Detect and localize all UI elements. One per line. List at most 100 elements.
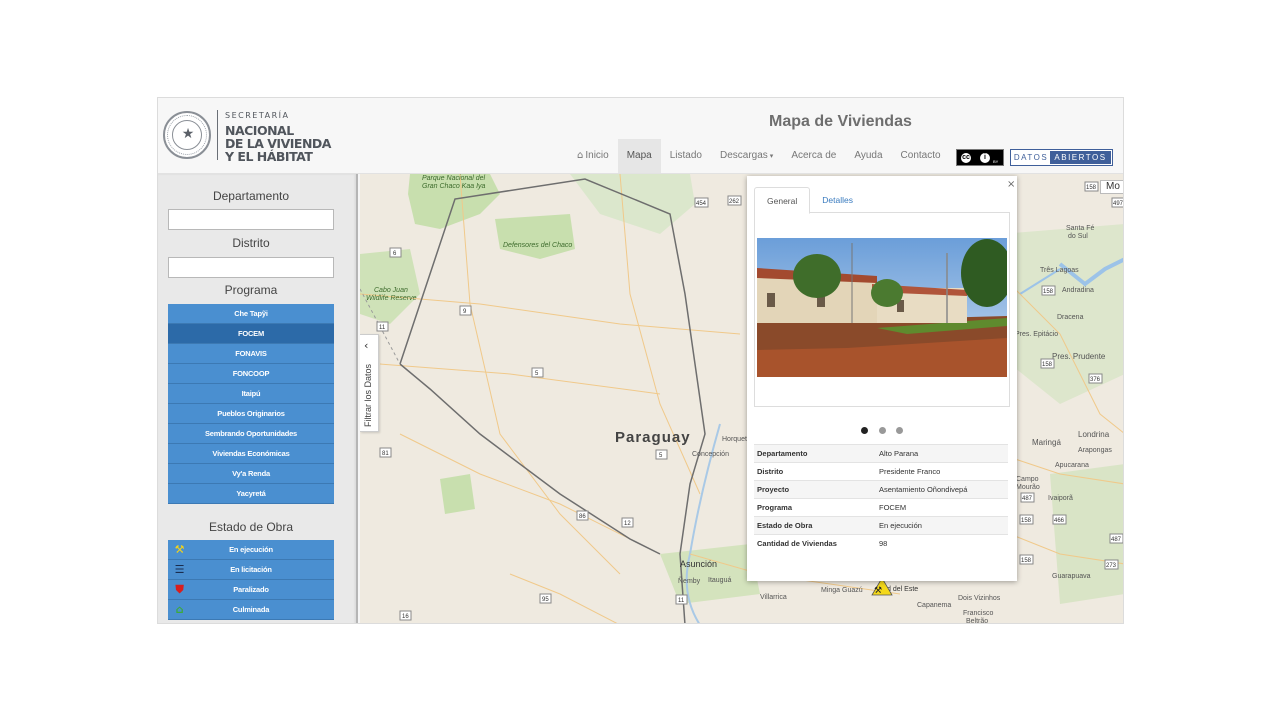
nav-acerca-de[interactable]: Acerca de [782,139,845,173]
house-icon: ⌂ [175,603,184,616]
datos-abiertos-badge[interactable]: DATOS ABIERTOS [1010,149,1113,166]
svg-text:487: 487 [1111,537,1122,543]
svg-text:158: 158 [1086,185,1097,191]
svg-text:86: 86 [579,514,586,520]
svg-text:Gran Chaco Kaa Iya: Gran Chaco Kaa Iya [422,183,486,190]
detail-key: Distrito [754,462,876,481]
svg-text:Asunción: Asunción [680,559,717,569]
svg-text:Campo: Campo [1016,476,1039,483]
svg-text:11: 11 [379,325,386,331]
table-row: Distrito Presidente Franco [754,462,1008,481]
creative-commons-badge[interactable]: cc i BY [956,149,1004,166]
svg-text:454: 454 [696,201,707,207]
svg-text:Dracena: Dracena [1057,314,1084,321]
svg-text:Ñemby: Ñemby [678,576,701,585]
svg-text:Capanema: Capanema [917,602,951,609]
departamento-label: Departamento [212,189,290,203]
programa-button[interactable]: FONCOOP [168,364,334,384]
abiertos-label: ABIERTOS [1050,151,1111,164]
svg-text:Beltrão: Beltrão [966,618,988,624]
main-nav: ⌂ Inicio Mapa Listado Descargas ▾ Acerca d… [568,139,950,173]
senavitat-logo[interactable]: SECRETARÍA NACIONAL DE LA VIVIENDA Y EL … [225,109,331,163]
programa-button[interactable]: Itaipú [168,384,334,404]
programa-button[interactable]: FOCEM [168,324,334,344]
svg-text:Andradina: Andradina [1062,287,1094,294]
datos-label: DATOS [1013,153,1049,162]
by-icon: i [979,152,991,164]
detail-key: Proyecto [754,480,876,499]
table-row: Estado de Obra En ejecución [754,516,1008,535]
document-list-icon: ☰ [174,563,185,576]
detail-key: Cantidad de Viviendas [754,534,876,553]
svg-text:Paraguay: Paraguay [615,429,691,446]
estado-label: Culminada [232,605,270,614]
estado-button-paralizado[interactable]: ⛊ Paralizado [168,580,334,600]
carousel-dot[interactable] [895,427,903,434]
programa-label: Programa [224,283,278,297]
detail-value: Asentamiento Oñondivepá [876,480,1008,499]
programa-button[interactable]: Yacyretá [168,484,334,504]
estado-label: En ejecución [229,545,273,554]
svg-text:11: 11 [678,598,685,604]
nav-contacto[interactable]: Contacto [892,139,950,173]
construction-worker-icon: ⚒ [174,543,185,556]
tab-detalles[interactable]: Detalles [810,187,865,213]
svg-text:Mourão: Mourão [1016,484,1040,491]
detail-key: Programa [754,498,876,517]
svg-text:497: 497 [1113,201,1124,207]
nav-descargas-label: Descargas [719,150,768,161]
programa-button[interactable]: FONAVIS [168,344,334,364]
svg-text:Concepción: Concepción [692,451,729,458]
page-title: Mapa de Viviendas [769,113,912,130]
popup-tabs: General Detalles [754,187,1010,214]
svg-text:Dois Vizinhos: Dois Vizinhos [958,595,1001,602]
table-row: Cantidad de Viviendas 98 [754,534,1008,553]
svg-text:Cabo Juan: Cabo Juan [374,287,408,294]
estado-button-en-licitacion[interactable]: ☰ En licitación [168,560,334,580]
carousel-indicators [747,421,1017,439]
info-popup: × General Detalles Departamento Alto Par… [747,176,1017,581]
departamento-input[interactable] [168,209,334,230]
estado-de-obra-label: Estado de Obra [208,520,294,534]
programa-button[interactable]: Sembrando Oportunidades [168,424,334,444]
programa-button[interactable]: Vy'a Renda [168,464,334,484]
carousel-dot[interactable] [878,427,886,434]
svg-text:158: 158 [1021,558,1032,564]
detail-value: Presidente Franco [876,462,1008,481]
svg-text:Guarapuava: Guarapuava [1052,573,1091,580]
svg-text:Minga Guazú: Minga Guazú [821,587,863,594]
nav-listado[interactable]: Listado [661,139,711,173]
programa-button[interactable]: Viviendas Económicas [168,444,334,464]
nav-ayuda[interactable]: Ayuda [845,139,891,173]
carousel-dot[interactable] [861,427,869,434]
header: ★ SECRETARÍA NACIONAL DE LA VIVIENDA Y E… [158,98,1123,174]
programa-list: Che Tapỹi FOCEM FONAVIS FONCOOP Itaipú P… [168,304,334,504]
svg-text:Parque Nacional del: Parque Nacional del [422,175,485,182]
warning-icon: ⛊ [175,583,184,596]
programa-button[interactable]: Che Tapỹi [168,304,334,324]
map-canvas[interactable]: Parque Nacional del Gran Chaco Kaa Iya D… [360,174,1124,624]
nav-inicio[interactable]: ⌂ Inicio [568,139,618,173]
detail-value: 98 [876,534,1008,553]
nav-descargas[interactable]: Descargas ▾ [711,139,782,173]
chevron-left-icon: ‹ [364,339,369,352]
programa-button[interactable]: Pueblos Originarios [168,404,334,424]
filter-data-tab[interactable]: ‹ Filtrar los Datos [360,334,379,432]
estado-button-en-ejecucion[interactable]: ⚒ En ejecución [168,540,334,560]
svg-text:262: 262 [729,199,740,205]
map-more-button[interactable]: Mo [1100,180,1123,194]
republic-seal-logo: ★ [163,111,211,159]
svg-text:487: 487 [1022,496,1033,502]
tab-general[interactable]: General [754,187,811,214]
svg-text:81: 81 [382,451,389,457]
table-row: Departamento Alto Parana [754,444,1008,463]
estado-button-culminada[interactable]: ⌂ Culminada [168,600,334,620]
nav-mapa[interactable]: Mapa [617,139,661,173]
housing-photo[interactable] [757,238,1007,377]
distrito-input[interactable] [168,257,334,278]
photo-frame [754,213,1010,407]
estado-list: ⚒ En ejecución ☰ En licitación ⛊ Paraliz… [168,540,334,620]
filter-tab-label: Filtrar los Datos [363,363,373,427]
app-window: ★ SECRETARÍA NACIONAL DE LA VIVIENDA Y E… [157,97,1124,624]
svg-text:376: 376 [1090,377,1101,383]
